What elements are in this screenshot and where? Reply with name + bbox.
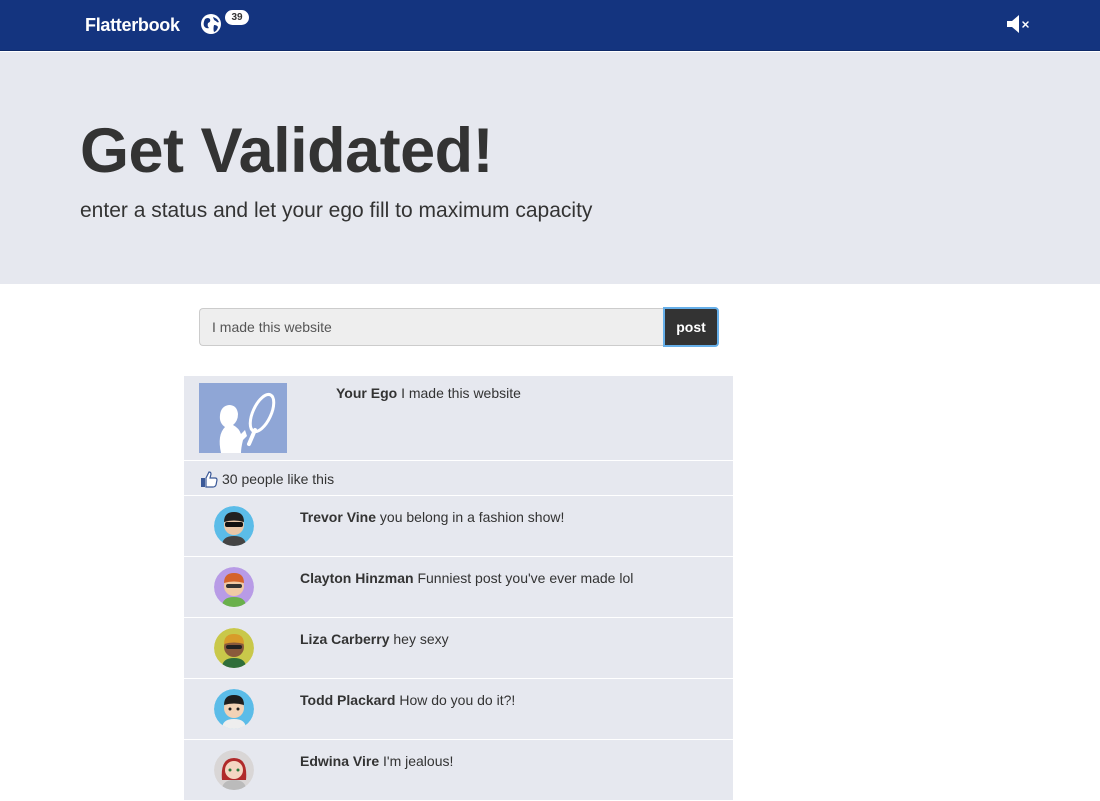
post-text: I made this website: [401, 385, 521, 401]
comment-content: Trevor Vine you belong in a fashion show…: [300, 509, 564, 525]
hero-subtitle: enter a status and let your ego fill to …: [80, 199, 593, 222]
comment-author[interactable]: Edwina Vire: [300, 753, 379, 769]
likes-count[interactable]: 30 people like this: [222, 471, 334, 487]
likes-row: 30 people like this: [184, 461, 733, 496]
hero-banner: Get Validated! enter a status and let yo…: [0, 52, 1100, 284]
comment-text: you belong in a fashion show!: [379, 509, 565, 525]
post-content: Your Ego I made this website: [336, 385, 521, 401]
comment-content: Liza Carberry hey sexy: [300, 631, 449, 647]
comment-item: Liza Carberry hey sexy: [184, 618, 733, 679]
notification-badge[interactable]: 39: [225, 10, 249, 25]
comment-content: Todd Plackard How do you do it?!: [300, 692, 515, 708]
comment-author[interactable]: Todd Plackard: [300, 692, 395, 708]
avatar: [214, 506, 254, 546]
comment-item: Edwina Vire I'm jealous!: [184, 740, 733, 801]
avatar: [214, 750, 254, 790]
top-navbar: Flatterbook 39: [0, 0, 1100, 51]
thumbs-up-icon: [201, 471, 218, 488]
comment-item: Clayton Hinzman Funniest post you've eve…: [184, 557, 733, 618]
globe-icon[interactable]: [200, 13, 222, 35]
brand-logo[interactable]: Flatterbook: [85, 15, 180, 36]
post-button[interactable]: post: [663, 307, 719, 347]
comment-author[interactable]: Clayton Hinzman: [300, 570, 414, 586]
status-post: Your Ego I made this website: [184, 376, 733, 461]
speaker-muted-icon[interactable]: [1005, 13, 1031, 35]
hero-title: Get Validated!: [80, 116, 494, 186]
comment-content: Clayton Hinzman Funniest post you've eve…: [300, 570, 633, 586]
comment-author[interactable]: Trevor Vine: [300, 509, 376, 525]
comment-text: How do you do it?!: [399, 692, 516, 708]
comment-content: Edwina Vire I'm jealous!: [300, 753, 453, 769]
status-feed: Your Ego I made this website 30 people l…: [184, 376, 733, 801]
comment-text: I'm jealous!: [383, 753, 454, 769]
comment-text: Funniest post you've ever made lol: [417, 570, 634, 586]
avatar: [214, 689, 254, 729]
comment-text: hey sexy: [393, 631, 449, 647]
avatar: [214, 628, 254, 668]
status-input[interactable]: [199, 308, 664, 346]
ego-silhouette-image: [199, 383, 287, 453]
avatar: [214, 567, 254, 607]
comment-item: Trevor Vine you belong in a fashion show…: [184, 496, 733, 557]
comment-author[interactable]: Liza Carberry: [300, 631, 389, 647]
post-author[interactable]: Your Ego: [336, 385, 397, 401]
comment-item: Todd Plackard How do you do it?!: [184, 679, 733, 740]
